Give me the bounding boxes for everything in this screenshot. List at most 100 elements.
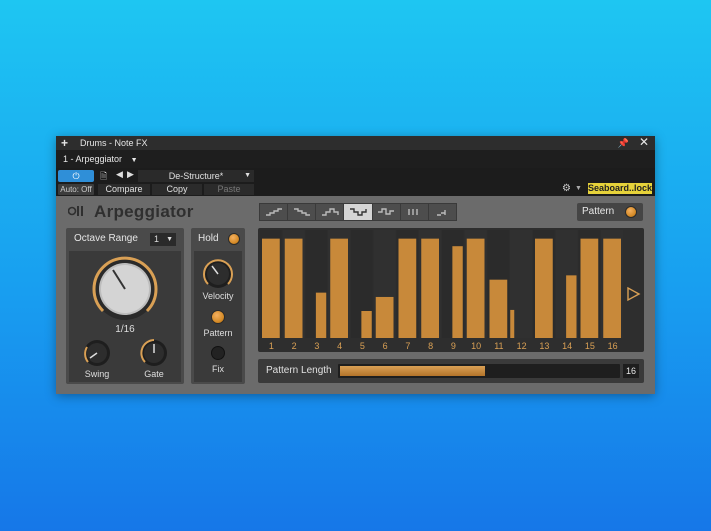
velocity-area: Velocity Pattern Fix xyxy=(194,251,242,382)
step-bar-secondary[interactable] xyxy=(489,279,508,338)
random-pattern-icon xyxy=(378,208,395,215)
pattern-shape-button[interactable] xyxy=(372,204,400,220)
pattern-shape-button[interactable] xyxy=(344,204,372,220)
swing-label: Swing xyxy=(84,369,110,379)
plugin-window: + Drums - Note FX 📌 ✕ 1 - Arpeggiator ▼ … xyxy=(56,135,655,394)
up-pattern-icon xyxy=(265,208,282,216)
rate-knob[interactable] xyxy=(92,256,158,322)
pattern-shape-button[interactable] xyxy=(260,204,288,220)
hold-label: Hold xyxy=(198,233,219,244)
velocity-knob[interactable] xyxy=(203,259,233,289)
chevron-down-icon: ▼ xyxy=(166,236,173,243)
pattern-shape-selector xyxy=(259,203,457,221)
step-bar[interactable] xyxy=(421,238,439,338)
velocity-fix-toggle[interactable] xyxy=(211,346,225,360)
gate-label: Gate xyxy=(144,369,164,379)
chord-pattern-icon xyxy=(408,209,418,215)
gear-icon[interactable]: ⚙ xyxy=(562,183,571,194)
velocity-label: Velocity xyxy=(202,291,234,301)
step-number-label: 1 xyxy=(269,341,274,351)
down-pattern-icon xyxy=(293,208,310,216)
velocity-pattern-toggle[interactable] xyxy=(211,310,225,324)
step-number-label: 4 xyxy=(337,341,342,351)
plugin-slot-dropdown[interactable]: 1 - Arpeggiator ▼ xyxy=(63,150,138,170)
as-played-pattern-icon xyxy=(437,210,447,216)
pattern-toggle-label: Pattern xyxy=(582,206,615,217)
automation-mode-button[interactable]: Auto: Off xyxy=(58,184,94,195)
next-preset-icon[interactable]: ▶ xyxy=(127,169,134,180)
compare-button[interactable]: Compare xyxy=(98,184,150,195)
step-number-label: 16 xyxy=(608,341,618,351)
rate-value: 1/16 xyxy=(115,324,135,335)
step-bar[interactable] xyxy=(330,238,348,338)
copy-button[interactable]: Copy xyxy=(152,184,202,195)
step-bar-secondary[interactable] xyxy=(566,275,577,338)
octave-range-value: 1 xyxy=(154,234,160,244)
step-number-label: 5 xyxy=(360,341,365,351)
pattern-length-slider[interactable] xyxy=(338,364,620,378)
preset-selector[interactable]: De-Structure* ▼ xyxy=(138,170,254,182)
step-number-label: 2 xyxy=(292,341,297,351)
play-triangle-icon xyxy=(627,286,641,302)
pattern-length-row: Pattern Length 16 xyxy=(258,359,644,383)
swing-knob[interactable] xyxy=(83,339,111,367)
plugin-name: Arpeggiator xyxy=(94,202,194,221)
add-icon[interactable]: + xyxy=(61,136,68,150)
paste-button[interactable]: Paste xyxy=(204,184,254,195)
step-number-label: 6 xyxy=(383,341,388,351)
pattern-shape-button[interactable] xyxy=(400,204,428,220)
hold-velocity-panel: Hold Velocity Pattern Fix xyxy=(191,228,245,384)
pin-icon[interactable]: 📌 xyxy=(618,136,629,150)
plugin-body: Arpeggiator Pattern Octave Range 1 ▼ 1/1… xyxy=(56,196,655,394)
step-bar[interactable] xyxy=(466,238,485,338)
velocity-fix-label: Fix xyxy=(212,364,224,374)
pattern-length-value[interactable]: 16 xyxy=(623,364,639,378)
control-bar: ⏻ Auto: Off 🗎 ◀ ▶ De-Structure* ▼ Compar… xyxy=(56,168,655,196)
step-bar[interactable] xyxy=(535,238,553,338)
velocity-pattern-label: Pattern xyxy=(203,328,233,338)
close-icon[interactable]: ✕ xyxy=(639,135,649,149)
octave-rate-panel: Octave Range 1 ▼ 1/16 Swing Gate xyxy=(66,228,184,384)
chevron-down-icon: ▼ xyxy=(244,172,251,179)
chevron-down-icon: ▼ xyxy=(130,157,138,164)
pattern-led-icon xyxy=(625,206,637,218)
file-icon[interactable]: 🗎 xyxy=(100,169,107,185)
step-bar[interactable] xyxy=(398,238,417,338)
step-bar[interactable] xyxy=(262,238,280,338)
pattern-shape-button[interactable] xyxy=(288,204,316,220)
step-bar[interactable] xyxy=(284,238,303,338)
octave-range-select[interactable]: 1 ▼ xyxy=(150,233,176,246)
gate-knob[interactable] xyxy=(140,339,168,367)
hold-led-icon xyxy=(228,233,240,245)
step-bar-secondary[interactable] xyxy=(361,311,372,338)
step-number-label: 11 xyxy=(494,341,503,351)
step-number-label: 12 xyxy=(517,341,527,351)
chevron-down-icon[interactable]: ▼ xyxy=(575,185,582,192)
step-number-label: 14 xyxy=(562,341,572,351)
hold-toggle[interactable]: Hold xyxy=(191,228,245,250)
knob-area: 1/16 Swing Gate xyxy=(69,251,181,382)
power-button[interactable]: ⏻ xyxy=(58,170,94,182)
step-number-label: 8 xyxy=(428,341,433,351)
step-bar[interactable] xyxy=(580,238,599,338)
up-down-pattern-icon xyxy=(321,208,339,216)
step-bar-secondary[interactable] xyxy=(315,292,327,338)
step-bar-secondary[interactable] xyxy=(452,246,463,338)
device-tag[interactable]: Seaboard..lock xyxy=(588,183,652,194)
previous-preset-icon[interactable]: ◀ xyxy=(116,169,123,180)
title-bar: + Drums - Note FX 📌 ✕ xyxy=(56,135,655,150)
pattern-length-label: Pattern Length xyxy=(266,365,332,376)
step-number-label: 9 xyxy=(451,341,456,351)
pattern-length-fill xyxy=(340,366,485,376)
pattern-toggle-button[interactable]: Pattern xyxy=(577,203,643,221)
step-bar-secondary[interactable] xyxy=(375,296,394,338)
pattern-shape-button[interactable] xyxy=(428,204,456,220)
step-sequencer[interactable]: 1 2 3 4 5 6 7 8 9 10 11 12 13 14 15 16 xyxy=(258,228,644,352)
step-number-label: 13 xyxy=(539,341,549,351)
step-bar[interactable] xyxy=(603,238,621,338)
pattern-shape-button[interactable] xyxy=(316,204,344,220)
step-grid[interactable]: 1 2 3 4 5 6 7 8 9 10 11 12 13 14 15 16 xyxy=(258,228,644,352)
step-number-label: 7 xyxy=(405,341,410,351)
octave-range-label: Octave Range xyxy=(74,233,138,244)
step-bar-secondary[interactable] xyxy=(510,309,515,338)
